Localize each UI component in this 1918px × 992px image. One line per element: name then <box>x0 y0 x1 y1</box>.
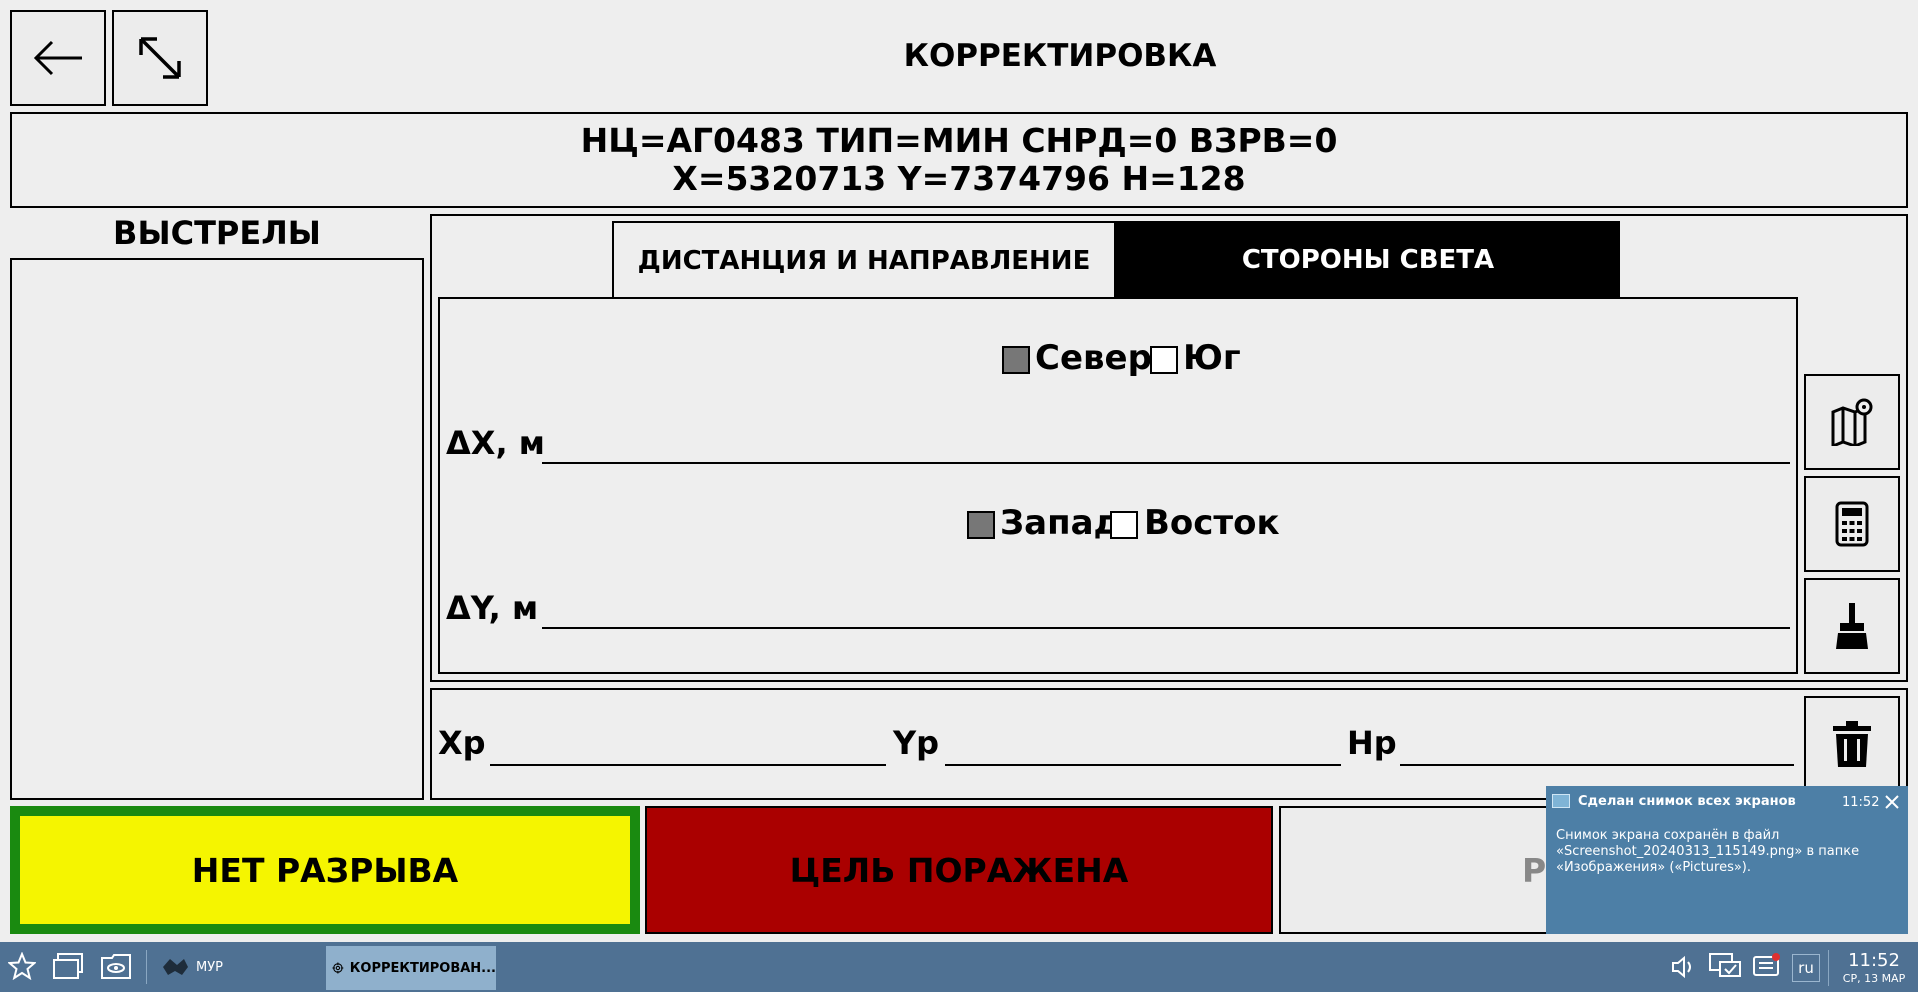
map-button[interactable] <box>1804 374 1900 470</box>
back-button[interactable] <box>10 10 106 106</box>
south-label: Юг <box>1183 338 1241 378</box>
back-arrow-icon <box>33 40 82 76</box>
map-pin-icon <box>1831 398 1873 446</box>
taskbar-separator-2 <box>1828 950 1829 986</box>
notification-title: Сделан снимок всех экранов <box>1578 794 1796 809</box>
third-action-label: Р <box>1522 850 1547 890</box>
taskbar-separator <box>146 950 147 984</box>
broom-icon <box>1836 603 1868 649</box>
eye-folder-icon[interactable] <box>100 952 132 980</box>
dy-label: ΔY, м <box>446 589 539 627</box>
target-info-line1: НЦ=АГ0483 ТИП=МИН СНРД=0 ВЗРВ=0 <box>580 121 1338 160</box>
yr-input[interactable] <box>945 720 1341 766</box>
volume-icon[interactable] <box>1670 954 1696 980</box>
network-icon[interactable] <box>1708 952 1742 982</box>
target-info-box: НЦ=АГ0483 ТИП=МИН СНРД=0 ВЗРВ=0 X=532071… <box>10 112 1908 208</box>
shots-title: ВЫСТРЕЛЫ <box>113 214 321 252</box>
dx-label: ΔX, м <box>446 424 545 462</box>
hr-input[interactable] <box>1400 720 1794 766</box>
tab-distance-direction[interactable]: ДИСТАНЦИЯ И НАПРАВЛЕНИЕ <box>612 221 1116 299</box>
shots-list[interactable] <box>10 258 424 800</box>
east-label: Восток <box>1144 503 1280 543</box>
screenshot-notification[interactable]: Сделан снимок всех экранов 11:52 Снимок … <box>1546 786 1908 934</box>
clear-button[interactable] <box>1804 578 1900 674</box>
calculator-button[interactable] <box>1804 476 1900 572</box>
target-hit-button[interactable]: ЦЕЛЬ ПОРАЖЕНА <box>645 806 1273 934</box>
page-title: КОРРЕКТИРОВКА <box>903 38 1217 74</box>
target-icon <box>332 962 344 974</box>
notification-time: 11:52 <box>1842 795 1880 810</box>
tab-cardinal-directions[interactable]: СТОРОНЫ СВЕТА <box>1116 221 1620 299</box>
hr-label: Нр <box>1347 724 1397 762</box>
notification-body: Снимок экрана сохранён в файл «Screensho… <box>1556 828 1860 875</box>
taskbar-app-correction[interactable]: КОРРЕКТИРОВАН... <box>326 946 496 990</box>
expand-button[interactable] <box>112 10 208 106</box>
north-label: Север <box>1035 338 1152 378</box>
taskbar-app-mur[interactable]: МУР <box>152 946 322 988</box>
notification-app-icon <box>1552 794 1570 808</box>
dx-input[interactable] <box>542 420 1790 464</box>
close-icon[interactable] <box>1884 794 1900 810</box>
target-info-line2: X=5320713 Y=7374796 H=128 <box>672 159 1246 198</box>
trash-icon <box>1833 721 1871 767</box>
west-checkbox[interactable] <box>967 511 995 539</box>
xr-label: Хр <box>438 724 486 762</box>
south-checkbox[interactable] <box>1150 346 1178 374</box>
star-icon[interactable] <box>8 952 36 980</box>
north-checkbox[interactable] <box>1002 346 1030 374</box>
clock-date: СР, 13 МАР <box>1842 972 1906 985</box>
dy-input[interactable] <box>542 585 1790 629</box>
language-indicator[interactable]: ru <box>1792 954 1820 982</box>
expand-icon <box>139 37 181 79</box>
notifications-icon[interactable] <box>1752 952 1782 980</box>
yr-label: Yр <box>893 724 940 762</box>
taskbar-app-mur-label: МУР <box>196 959 223 975</box>
delete-button[interactable] <box>1804 696 1900 792</box>
xr-input[interactable] <box>490 720 886 766</box>
calculator-icon <box>1835 501 1869 547</box>
windows-icon[interactable] <box>52 952 84 980</box>
east-checkbox[interactable] <box>1110 511 1138 539</box>
app-icon <box>163 959 188 975</box>
taskbar-app-correction-label: КОРРЕКТИРОВАН... <box>349 960 496 976</box>
no-burst-button[interactable]: НЕТ РАЗРЫВА <box>10 806 640 934</box>
west-label: Запад <box>1000 503 1121 543</box>
clock-time[interactable]: 11:52 <box>1836 950 1912 971</box>
